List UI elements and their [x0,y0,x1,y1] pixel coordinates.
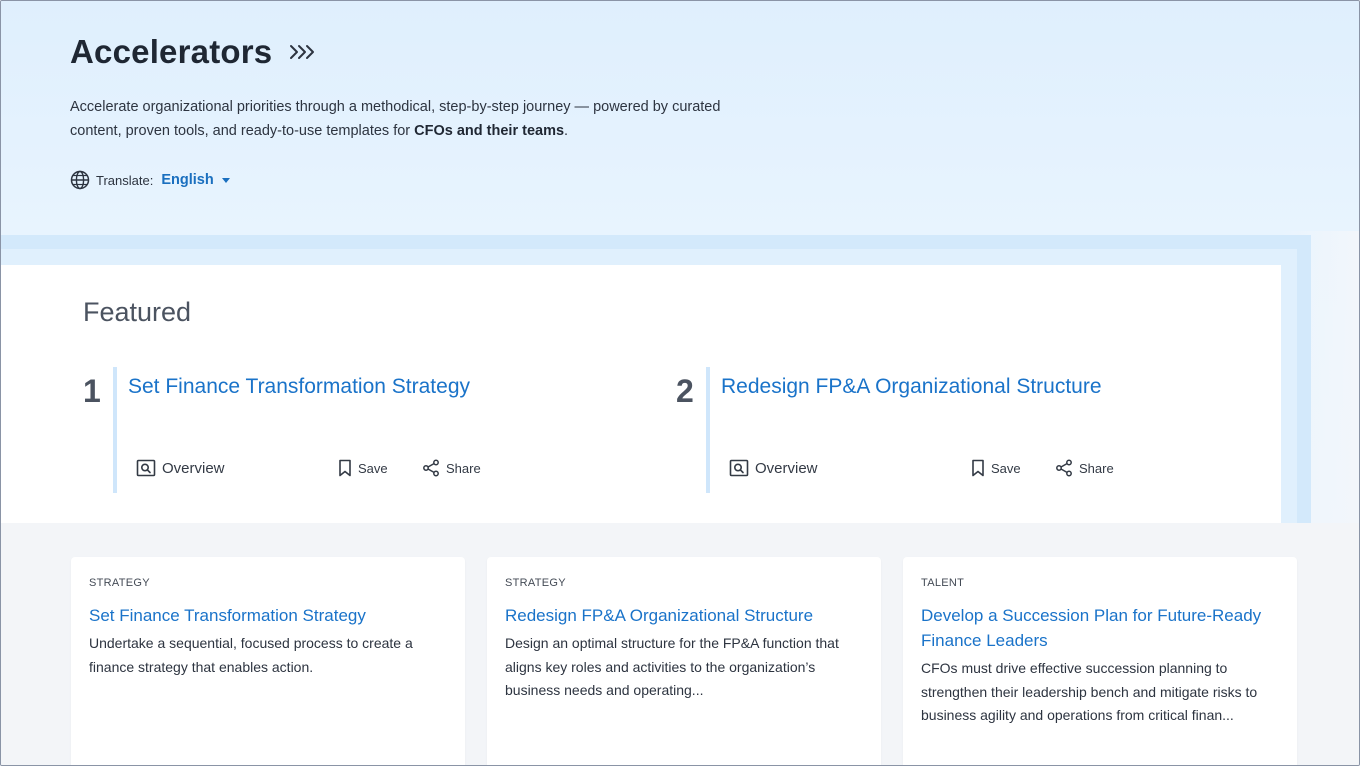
accelerator-card[interactable]: STRATEGY Redesign FP&A Organizational St… [487,557,881,765]
page-description: Accelerate organizational priorities thr… [70,99,721,139]
page-title: Accelerators [70,33,273,70]
translate-control: Translate: English [70,170,230,190]
featured-item: 2 Redesign FP&A Organizational Structure… [676,367,1236,493]
card-title-link[interactable]: Develop a Succession Plan for Future-Rea… [921,603,1279,653]
overview-label: Overview [755,459,818,477]
overview-label: Overview [162,459,225,477]
share-label: Share [446,460,481,476]
globe-icon [70,170,90,190]
page-frame: Accelerators Accelerate organizational p… [0,0,1360,766]
translate-label: Translate: [96,172,154,188]
featured-title-link[interactable]: Set Finance Transformation Strategy [128,375,470,399]
save-button[interactable]: Save [971,459,1021,477]
card-title-link[interactable]: Redesign FP&A Organizational Structure [505,603,863,628]
overview-button[interactable]: Overview [729,459,818,477]
description-highlight: CFOs and their teams [414,123,565,139]
triple-chevron-icon [288,42,318,62]
accelerator-card[interactable]: STRATEGY Set Finance Transformation Stra… [71,557,465,765]
featured-number: 2 [676,373,694,409]
card-category: TALENT [921,577,965,589]
save-label: Save [358,460,388,476]
card-description: CFOs must drive effective succession pla… [921,660,1258,723]
featured-item: 1 Set Finance Transformation Strategy Ov… [83,367,643,493]
language-value: English [161,172,214,188]
caret-down-icon [221,177,230,183]
card-description: Undertake a sequential, focused process … [89,635,413,675]
share-icon [422,459,446,477]
share-button[interactable]: Share [422,459,481,477]
save-button[interactable]: Save [338,459,388,477]
preview-icon [729,459,755,477]
bookmark-icon [338,459,358,477]
featured-heading: Featured [83,297,192,327]
card-category: STRATEGY [505,577,566,589]
featured-divider [706,367,710,493]
share-button[interactable]: Share [1055,459,1114,477]
language-dropdown[interactable]: English [161,172,230,188]
featured-number: 1 [83,373,101,409]
save-label: Save [991,460,1021,476]
bookmark-icon [971,459,991,477]
title-row: Accelerators [70,33,318,71]
share-label: Share [1079,460,1114,476]
featured-divider [113,367,117,493]
card-description: Design an optimal structure for the FP&A… [505,635,839,698]
share-icon [1055,459,1079,477]
accelerator-card[interactable]: TALENT Develop a Succession Plan for Fut… [903,557,1297,765]
card-title-link[interactable]: Set Finance Transformation Strategy [89,603,447,628]
preview-icon [136,459,162,477]
featured-title-link[interactable]: Redesign FP&A Organizational Structure [721,375,1102,399]
overview-button[interactable]: Overview [136,459,225,477]
card-category: STRATEGY [89,577,150,589]
